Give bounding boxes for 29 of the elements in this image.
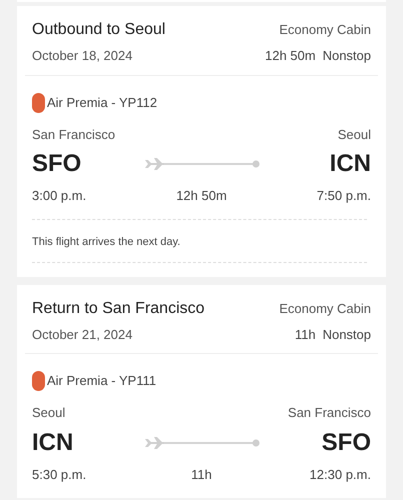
airline-logo-icon bbox=[32, 371, 45, 391]
stops-label: Nonstop bbox=[322, 47, 371, 65]
arrival-time: 12:30 p.m. bbox=[308, 466, 371, 484]
flight-date: October 18, 2024 bbox=[32, 47, 132, 65]
destination-code: ICN bbox=[328, 149, 371, 179]
airline-logo-icon bbox=[32, 92, 45, 112]
total-duration: 11h bbox=[294, 326, 316, 344]
flight-date: October 21, 2024 bbox=[32, 326, 132, 344]
airline-flight-number: Air Premia - YP111 bbox=[47, 372, 156, 390]
flight-title: Outbound to Seoul bbox=[32, 20, 166, 40]
origin-code: ICN bbox=[32, 428, 74, 458]
destination-code: SFO bbox=[320, 428, 371, 458]
leg-duration: 12h 50m bbox=[176, 187, 227, 205]
origin-city: Seoul bbox=[32, 404, 66, 422]
flight-title: Return to San Francisco bbox=[32, 298, 205, 318]
arrival-time: 7:50 p.m. bbox=[316, 187, 371, 205]
cabin-class: Economy Cabin bbox=[279, 21, 371, 39]
destination-city: Seoul bbox=[338, 126, 371, 144]
origin-code: SFO bbox=[32, 149, 82, 179]
arrival-note: This flight arrives the next day. bbox=[32, 236, 180, 248]
origin-city: San Francisco bbox=[32, 126, 116, 144]
departure-time: 5:30 p.m. bbox=[32, 466, 88, 484]
leg-duration: 11h bbox=[191, 466, 212, 484]
stops-label: Nonstop bbox=[322, 326, 371, 344]
departure-time: 3:00 p.m. bbox=[32, 187, 88, 205]
airline-flight-number: Air Premia - YP112 bbox=[47, 94, 158, 112]
destination-city: San Francisco bbox=[288, 404, 371, 422]
cabin-class: Economy Cabin bbox=[279, 300, 371, 318]
total-duration: 12h 50m bbox=[264, 47, 316, 65]
